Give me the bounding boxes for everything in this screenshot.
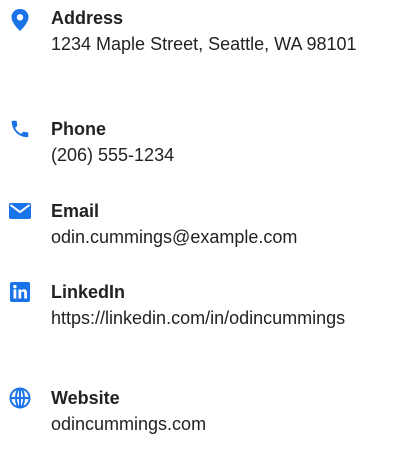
contact-text: Address 1234 Maple Street, Seattle, WA 9… — [51, 6, 391, 58]
linkedin-icon — [8, 280, 32, 304]
envelope-icon — [8, 199, 32, 223]
email-value: odin.cummings@example.com — [51, 227, 298, 247]
contact-text: Website odincummings.com — [51, 386, 391, 438]
contact-text: Phone (206) 555-1234 — [51, 117, 391, 169]
contact-label: Address — [51, 8, 124, 28]
address-value: 1234 Maple Street, Seattle, WA 98101 — [51, 34, 357, 54]
contact-label: Website — [51, 388, 120, 408]
contact-label: LinkedIn — [51, 282, 126, 302]
contact-text: Email odin.cummings@example.com — [51, 199, 391, 251]
contact-text: LinkedIn https://linkedin.com/in/odincum… — [51, 280, 391, 332]
globe-icon — [8, 386, 32, 410]
contact-label: Email — [51, 201, 100, 221]
website-value[interactable]: odincummings.com — [51, 410, 391, 438]
linkedin-value[interactable]: https://linkedin.com/in/odincummings — [51, 304, 391, 332]
phone-icon — [8, 117, 32, 141]
contact-label: Phone — [51, 119, 107, 139]
map-pin-icon — [8, 8, 32, 32]
phone-value: (206) 555-1234 — [51, 145, 175, 165]
